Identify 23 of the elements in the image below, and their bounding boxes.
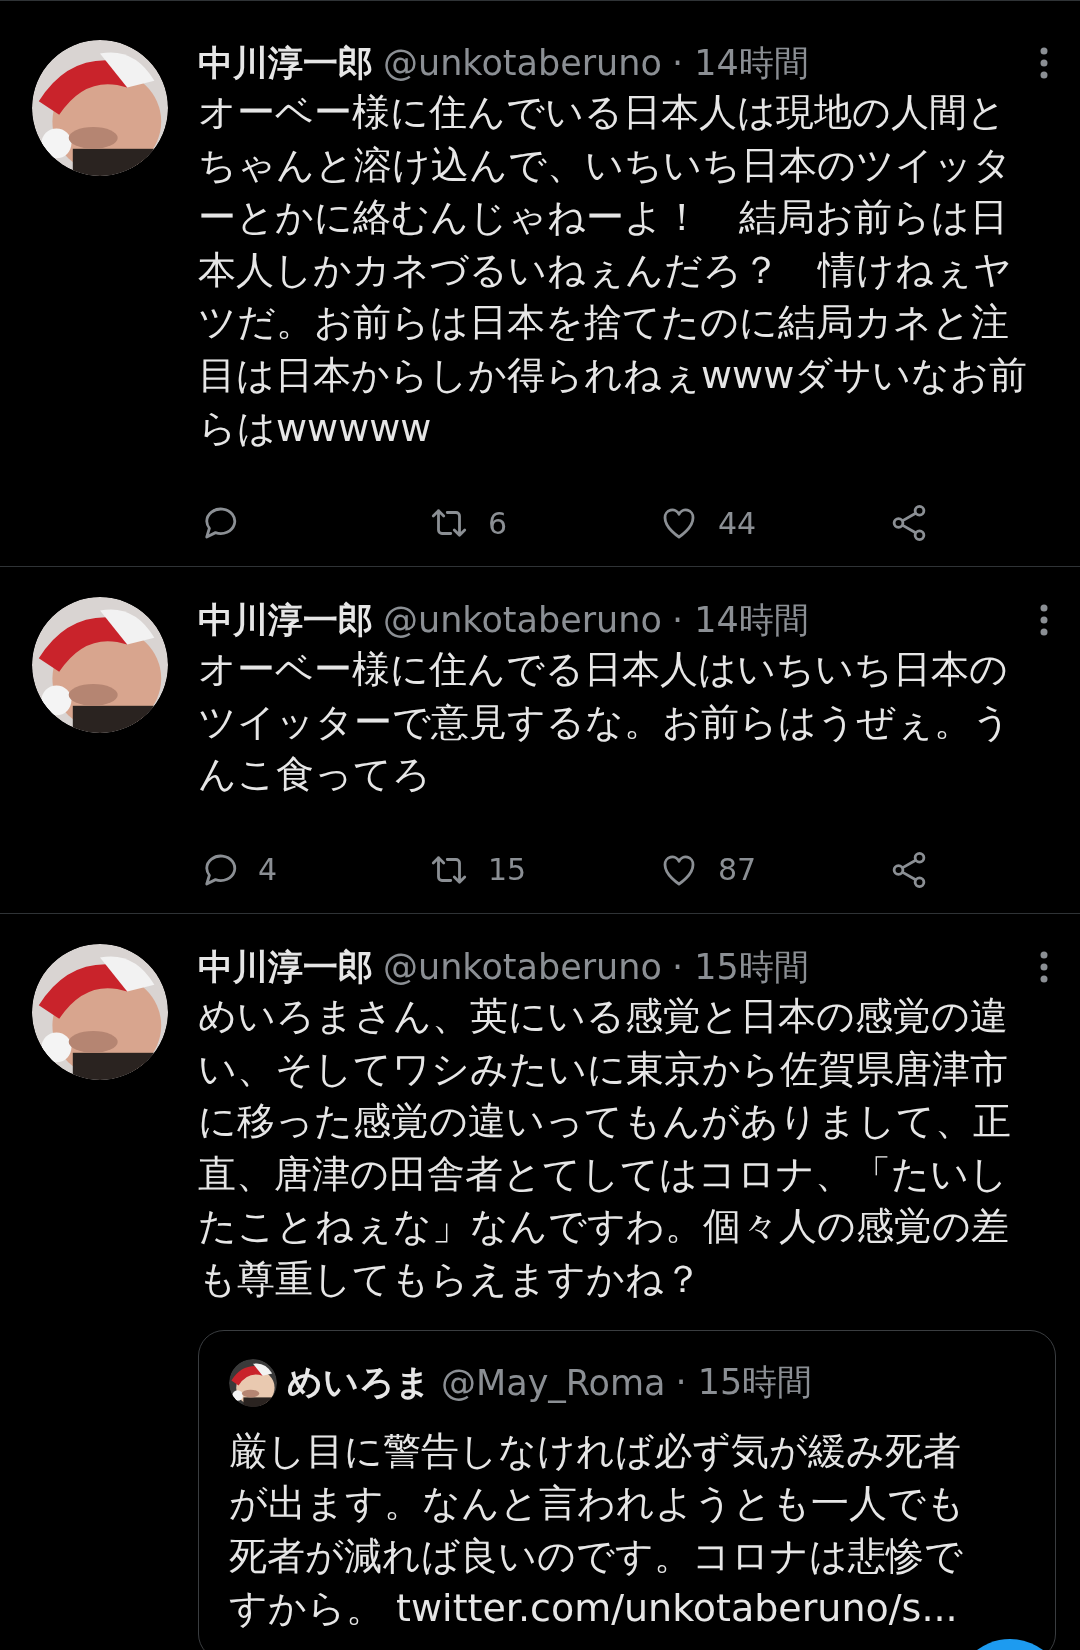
quoted-text: 厳し目に警告しなければ必ず気が緩み死者が出ます。なんと言われようとも一人でも死者が減れば良いのです。コロナは悲惨ですから。 twitter.com/unkotaberuno/s... <box>229 1427 966 1633</box>
user-handle: @May_Roma <box>441 1362 666 1403</box>
display-name[interactable]: 中川淳一郎 <box>198 943 373 990</box>
timestamp: · 14時間 <box>671 42 809 85</box>
tweet-text: オーベー様に住んでいる日本人は現地の人間とちゃんと溶け込んで、いちいち日本のツイッターとかに絡むんじゃねーよ！ 結局お前らは日本人しかカネづるいねぇんだろ？ 情けねぇヤツだ。お前らは日本を捨てたのに結局カネと注目は日本からしか得られねぇwwwダサいなお前らはwwwww <box>198 89 1029 452</box>
tweet-text: めいろまさん、英にいる感覚と日本の感覚の違い、そしてワシみたいに東京から佐賀県唐津市に移った感覚の違いってもんがありまして、正直、唐津の田舎者とてしてはコロナ、「たいしたことねぇな」なんですわ。個々人の感覚の差も尊重してもらえますかね？ <box>198 992 1012 1303</box>
user-handle: @unkotaberuno <box>383 945 662 989</box>
tweet-text: オーベー様に住んでる日本人はいちいち日本のツイッターで意見するな。お前らはうぜぇ。うんこ食ってろ <box>198 646 1012 799</box>
count: 6 <box>488 505 508 541</box>
tweet-link[interactable]: twitter.com/unkotaberuno/s... <box>396 1586 958 1631</box>
count: 15 <box>488 852 527 888</box>
count: 4 <box>258 852 278 888</box>
timestamp: · 15時間 <box>671 945 809 989</box>
display-name[interactable]: めいろま <box>287 1359 431 1406</box>
count: 87 <box>718 852 757 888</box>
timestamp: · 14時間 <box>671 599 809 643</box>
display-name[interactable]: 中川淳一郎 <box>198 597 373 644</box>
more-icon[interactable] <box>1038 45 1050 81</box>
count: 44 <box>718 505 757 541</box>
user-handle: @unkotaberuno <box>383 599 662 643</box>
user-handle: @unkotaberuno <box>383 42 662 85</box>
display-name[interactable]: 中川淳一郎 <box>198 40 373 86</box>
timestamp: · 15時間 <box>675 1361 813 1404</box>
